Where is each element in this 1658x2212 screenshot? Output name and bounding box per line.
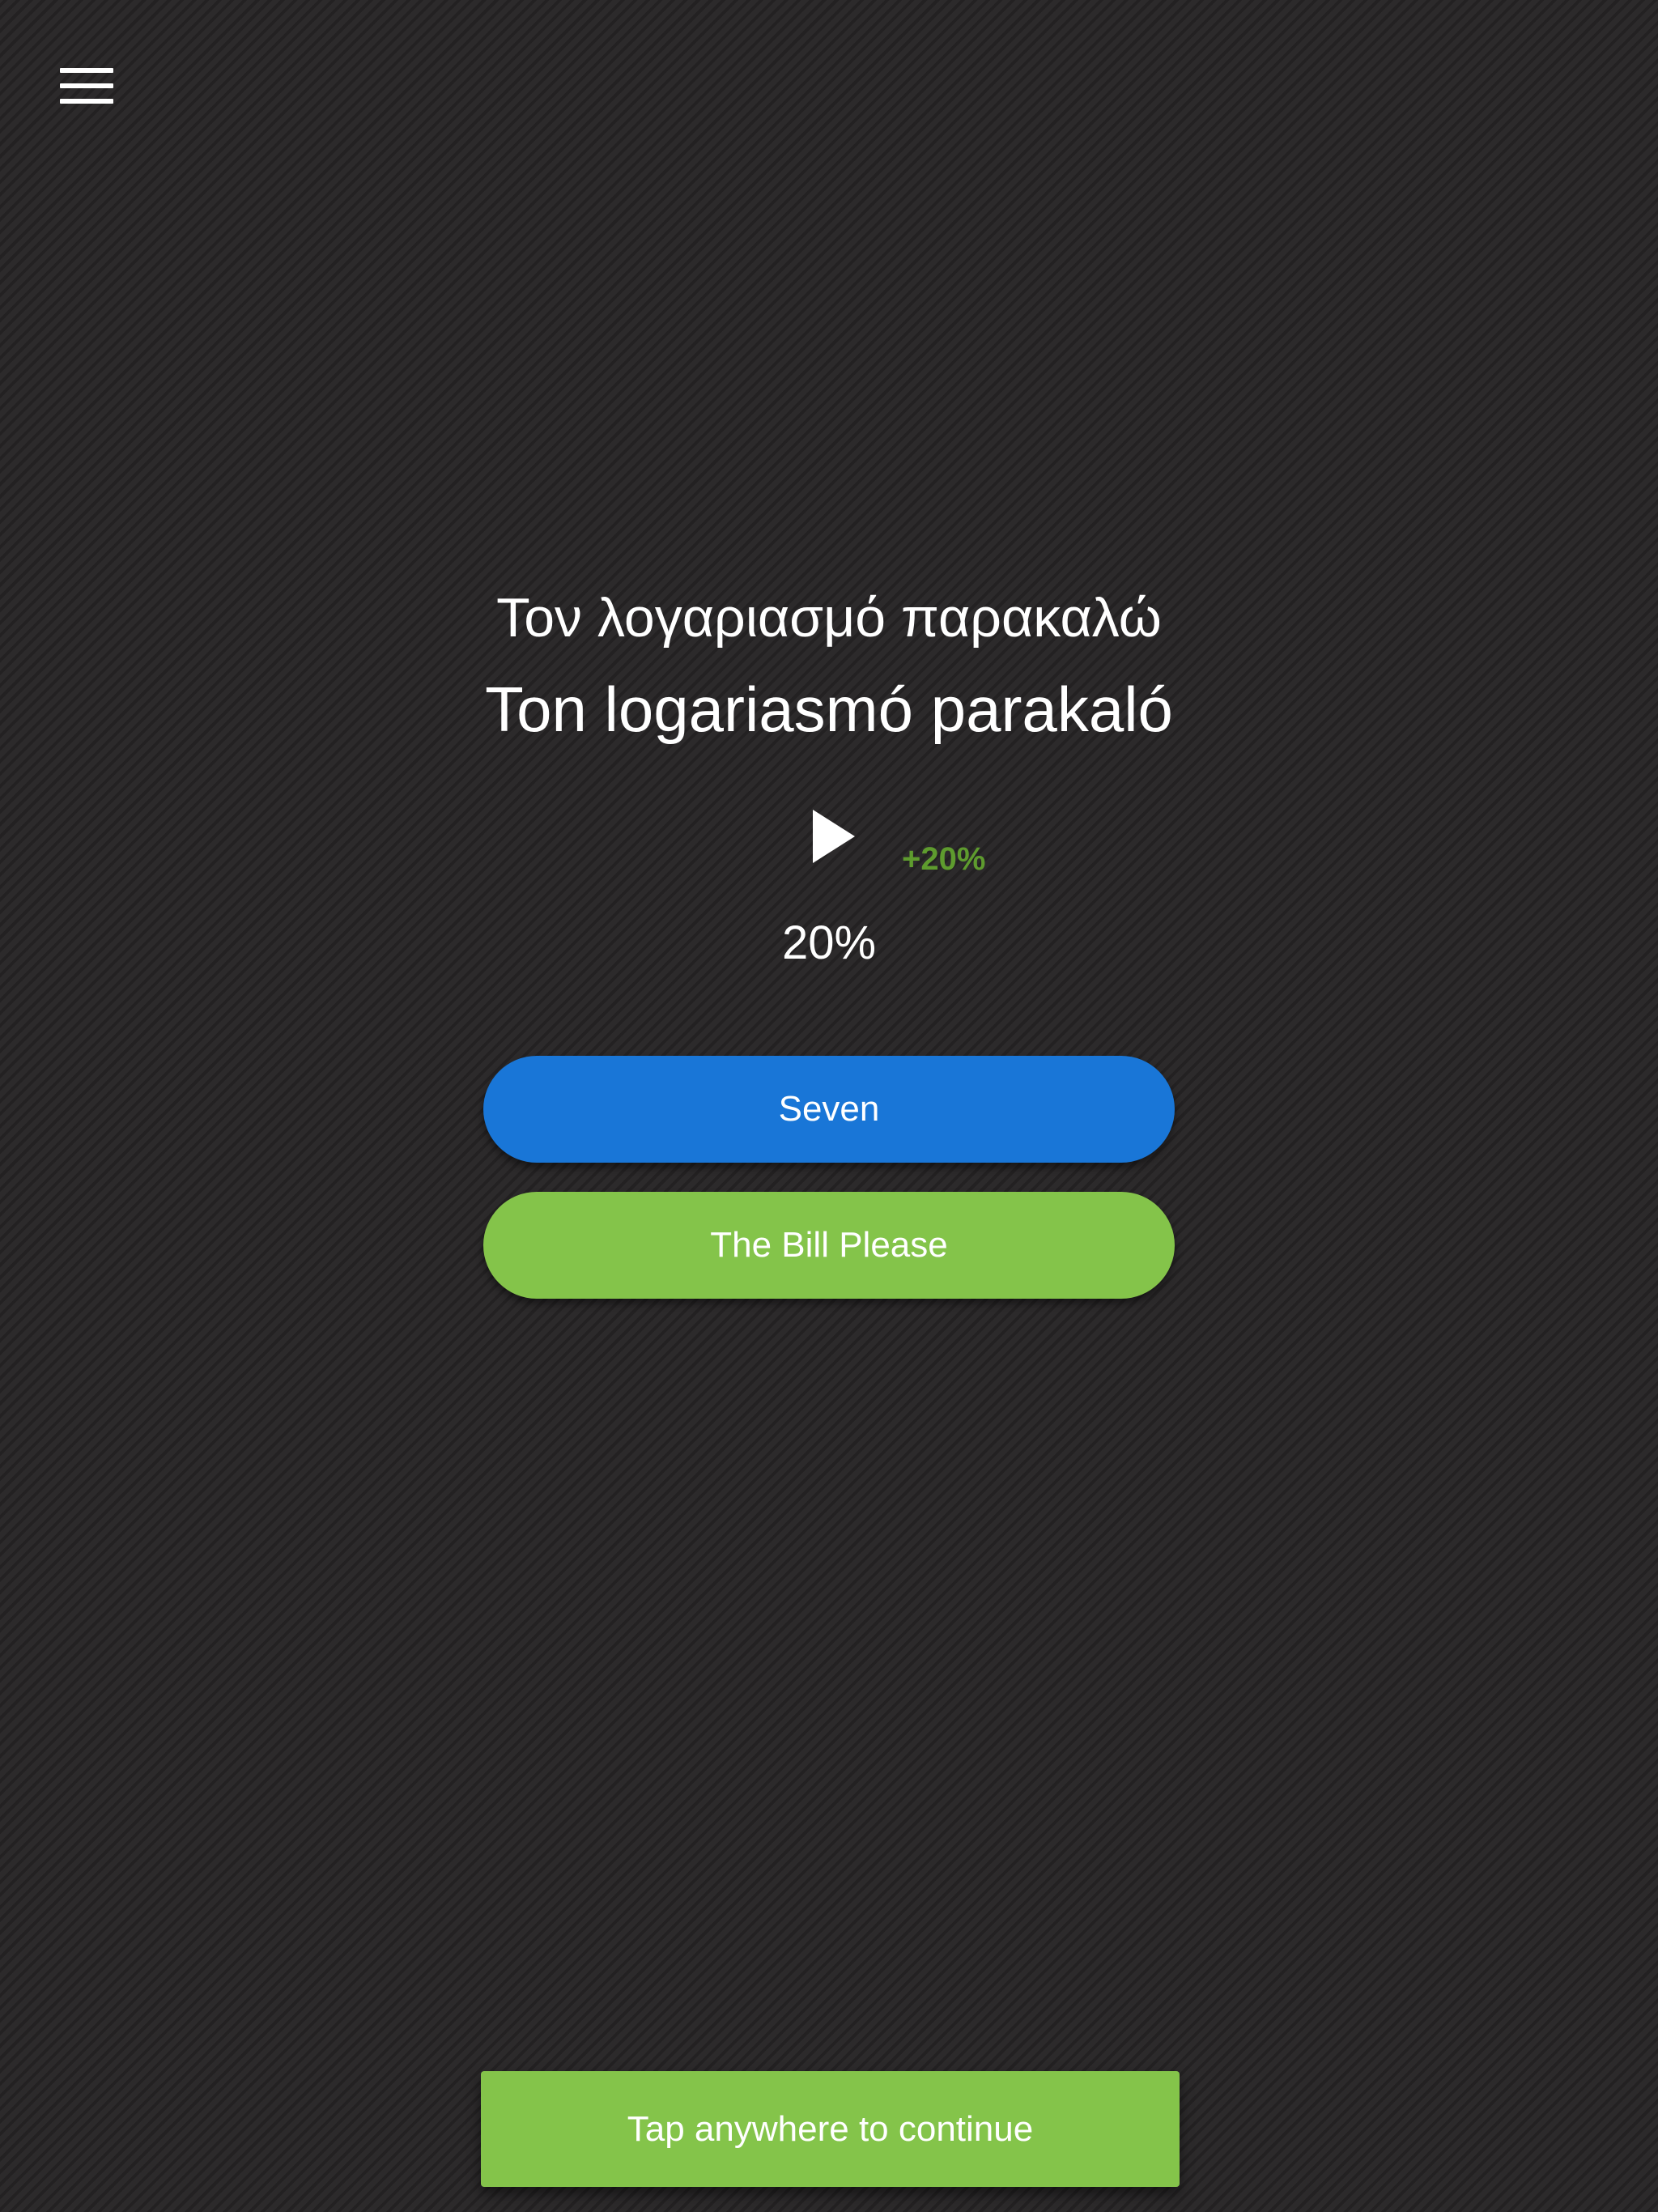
answer-label: Seven	[778, 1089, 880, 1129]
continue-label: Tap anywhere to continue	[627, 2108, 1034, 2149]
answer-option-the-bill-please[interactable]: The Bill Please	[483, 1192, 1175, 1299]
answer-option-seven[interactable]: Seven	[483, 1056, 1175, 1163]
progress-percent: 20%	[781, 917, 877, 969]
phrase-native-text: Τον λογαριασμό παρακαλώ	[496, 587, 1162, 649]
menu-button[interactable]	[53, 63, 115, 108]
play-icon	[813, 810, 855, 863]
phrase-transliteration-text: Ton logariasmó parakaló	[485, 674, 1173, 745]
progress-gain-badge: +20%	[902, 841, 986, 877]
play-audio-button[interactable]	[801, 803, 866, 870]
answer-label: The Bill Please	[710, 1225, 948, 1265]
continue-button[interactable]: Tap anywhere to continue	[481, 2071, 1180, 2187]
